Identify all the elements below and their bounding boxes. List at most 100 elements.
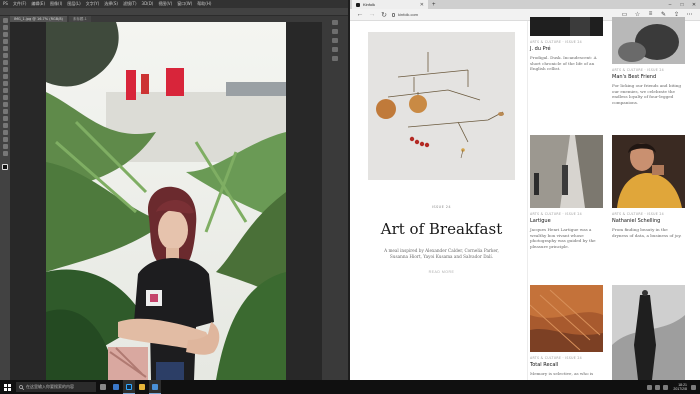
card-image — [530, 17, 603, 36]
ps-menu-item[interactable]: 窗口(W) — [177, 0, 192, 8]
start-button[interactable] — [0, 380, 14, 394]
ps-menu-item[interactable]: 文字(Y) — [86, 0, 100, 8]
ps-menu-item[interactable]: 3D(D) — [142, 0, 154, 8]
windows-taskbar: 在这里输入你要搜索的内容 18:21 2017/2/8 — [0, 380, 700, 394]
feature-image[interactable] — [368, 32, 515, 180]
card-title[interactable]: Nathaniel Schelling — [612, 218, 685, 224]
edge-icon — [113, 384, 119, 390]
stamp-tool-icon[interactable] — [2, 74, 8, 79]
card-category: ARTS & CULTURE · ISSUE 24 — [612, 68, 664, 72]
blur-tool-icon[interactable] — [2, 102, 8, 107]
cello-photo — [530, 17, 603, 36]
task-view-icon — [100, 384, 106, 390]
brush-tool-icon[interactable] — [2, 67, 8, 72]
move-tool-icon[interactable] — [2, 18, 8, 23]
street-photo — [530, 135, 603, 208]
shape-tool-icon[interactable] — [2, 137, 8, 142]
card-title[interactable]: J. du Pré — [530, 46, 603, 52]
network-icon[interactable] — [647, 384, 653, 390]
hand-tool-icon[interactable] — [2, 144, 8, 149]
path-select-tool-icon[interactable] — [2, 130, 8, 135]
card-image — [612, 17, 685, 64]
card-title[interactable]: Man's Best Friend — [612, 74, 685, 80]
layers-panel-icon[interactable] — [332, 20, 338, 25]
minimize-icon[interactable]: – — [664, 2, 676, 8]
photo-woman-palms — [46, 22, 286, 380]
ps-menu-item[interactable]: PS — [3, 0, 8, 8]
ps-menu-item[interactable]: 文件(F) — [13, 0, 26, 8]
close-window-icon[interactable]: ✕ — [688, 2, 700, 8]
article-card[interactable]: ARTS & CULTURE · ISSUE 24 Nathaniel Sche… — [612, 135, 685, 238]
column-divider — [527, 21, 528, 380]
taskbar-app-edge[interactable] — [110, 380, 122, 394]
card-image — [612, 135, 685, 208]
read-more-link[interactable]: READ MORE — [368, 270, 515, 274]
color-panel-icon[interactable] — [332, 38, 338, 43]
new-tab-icon[interactable]: + — [432, 2, 436, 8]
mobile-sculpture-image — [368, 32, 515, 180]
ps-menu-item[interactable]: 帮助(H) — [197, 0, 211, 8]
card-title[interactable]: Lartigue — [530, 218, 603, 224]
zoom-tool-icon[interactable] — [2, 151, 8, 156]
ps-menu-item[interactable]: 视图(V) — [158, 0, 172, 8]
ps-menu-item[interactable]: 图像(I) — [50, 0, 62, 8]
maximize-icon[interactable]: □ — [676, 2, 688, 8]
ps-menu-item[interactable]: 滤镜(T) — [123, 0, 137, 8]
close-tab-icon[interactable]: ✕ — [420, 2, 424, 8]
pen-tool-icon[interactable] — [2, 116, 8, 121]
address-url: kinfolk.com — [398, 12, 419, 17]
dodge-tool-icon[interactable] — [2, 109, 8, 114]
article-card[interactable]: ARTS & CULTURE · ISSUE 24 Lartigue Jacqu… — [530, 135, 603, 249]
card-description: Jacques Henri Lartigue was a wealthy bon… — [530, 227, 596, 249]
article-card[interactable] — [612, 285, 685, 380]
healing-tool-icon[interactable] — [2, 60, 8, 65]
eyedropper-tool-icon[interactable] — [2, 53, 8, 58]
ps-menu-item[interactable]: 编辑(E) — [31, 0, 45, 8]
history-panel-icon[interactable] — [332, 29, 338, 34]
windows-logo-icon — [3, 383, 11, 391]
folder-icon — [139, 384, 145, 390]
taskbar-app-photoshop[interactable] — [123, 380, 135, 394]
task-view-button[interactable] — [97, 380, 109, 394]
card-description: Prodigal. Dusk. Incandescent: A short ch… — [530, 55, 597, 72]
ps-menu-item[interactable]: 选择(S) — [104, 0, 118, 8]
volume-icon[interactable] — [655, 384, 661, 390]
taskbar-search-box[interactable]: 在这里输入你要搜索的内容 — [16, 382, 96, 392]
canvas-photo[interactable] — [46, 22, 286, 380]
browser-tab-bar: Kinfolk ✕ + – □ ✕ — [350, 0, 700, 9]
ime-icon[interactable] — [663, 384, 669, 390]
card-image — [530, 135, 603, 208]
gradient-tool-icon[interactable] — [2, 95, 8, 100]
feature-description: A meal inspired by Alexander Calder, Cor… — [384, 248, 499, 259]
crop-tool-icon[interactable] — [2, 46, 8, 51]
address-bar[interactable]: kinfolk.com — [392, 12, 418, 17]
back-icon[interactable]: ← — [354, 11, 366, 18]
type-tool-icon[interactable] — [2, 123, 8, 128]
forward-icon[interactable]: → — [366, 11, 378, 18]
marquee-tool-icon[interactable] — [2, 25, 8, 30]
card-description: Memory is selective, as who is — [530, 371, 594, 376]
taskbar-app-explorer[interactable] — [136, 380, 148, 394]
ps-menu-item[interactable]: 图层(L) — [67, 0, 80, 8]
refresh-icon[interactable]: ↻ — [378, 11, 390, 19]
taskbar-app-browser[interactable] — [149, 380, 161, 394]
properties-panel-icon[interactable] — [332, 47, 338, 52]
taskbar-clock[interactable]: 18:21 2017/2/8 — [673, 383, 687, 392]
eraser-tool-icon[interactable] — [2, 88, 8, 93]
foreground-color-swatch[interactable] — [2, 164, 8, 170]
feature-title[interactable]: Art of Breakfast — [350, 220, 533, 238]
article-card[interactable]: ARTS & CULTURE · ISSUE 24 Man's Best Fri… — [612, 17, 685, 105]
card-title[interactable]: Total Recall — [530, 362, 603, 368]
browser-tab[interactable]: Kinfolk ✕ — [352, 0, 428, 9]
lasso-tool-icon[interactable] — [2, 32, 8, 37]
adjustments-panel-icon[interactable] — [332, 56, 338, 61]
quick-select-tool-icon[interactable] — [2, 39, 8, 44]
notification-icon[interactable] — [691, 384, 696, 390]
card-description: From finding beauty in the dryness of da… — [612, 227, 682, 238]
card-category: ARTS & CULTURE · ISSUE 24 — [530, 356, 582, 360]
article-card[interactable]: ARTS & CULTURE · ISSUE 24 J. du Pré Prod… — [530, 17, 603, 72]
article-card[interactable]: ARTS & CULTURE · ISSUE 24 Total Recall M… — [530, 285, 603, 377]
ps-menubar: PS 文件(F) 编辑(E) 图像(I) 图层(L) 文字(Y) 选择(S) 滤… — [0, 0, 348, 8]
history-brush-tool-icon[interactable] — [2, 81, 8, 86]
browser-icon — [152, 383, 158, 390]
